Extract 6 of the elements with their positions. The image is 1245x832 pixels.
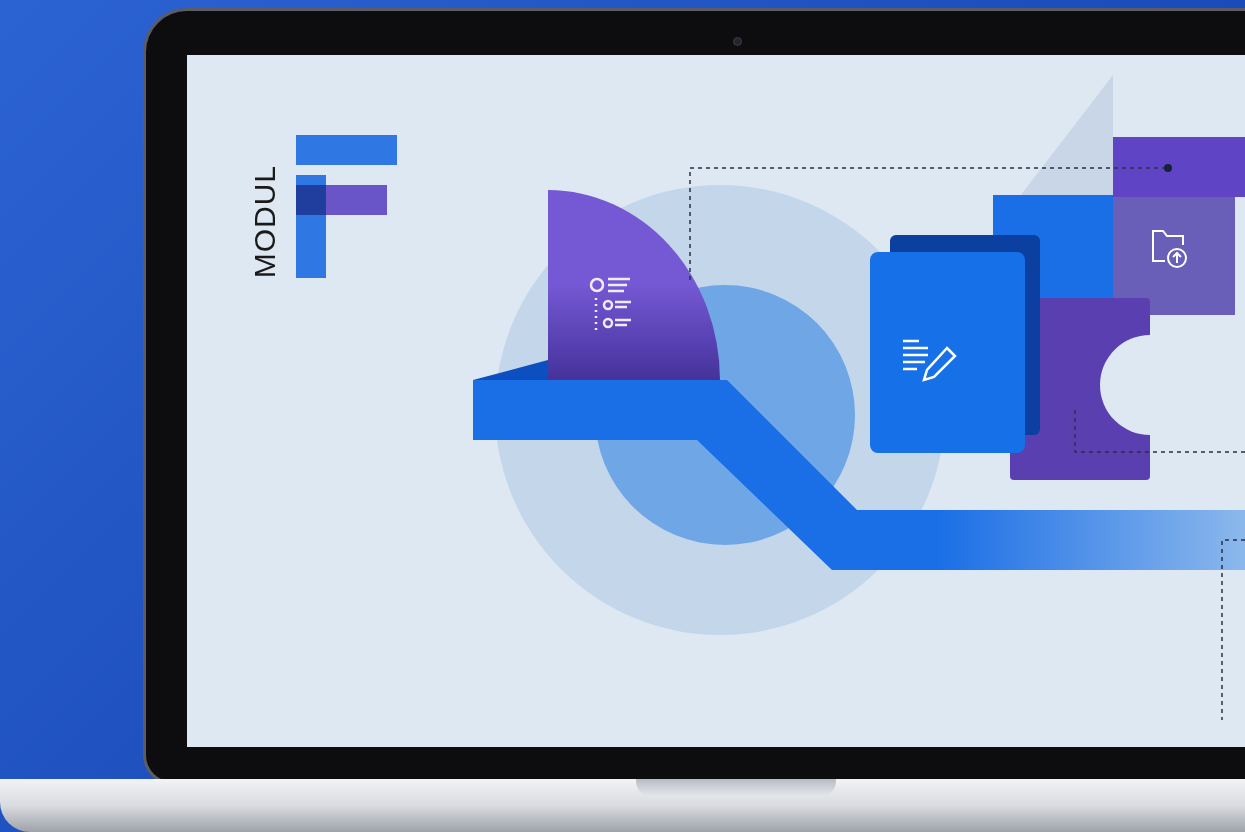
list-icon	[589, 277, 631, 330]
folder-upload-icon	[1152, 230, 1187, 268]
camera-icon	[733, 37, 742, 46]
logo-icon	[296, 135, 397, 278]
document-edit-icon	[903, 339, 957, 382]
logo-text: MODUL	[250, 164, 280, 278]
